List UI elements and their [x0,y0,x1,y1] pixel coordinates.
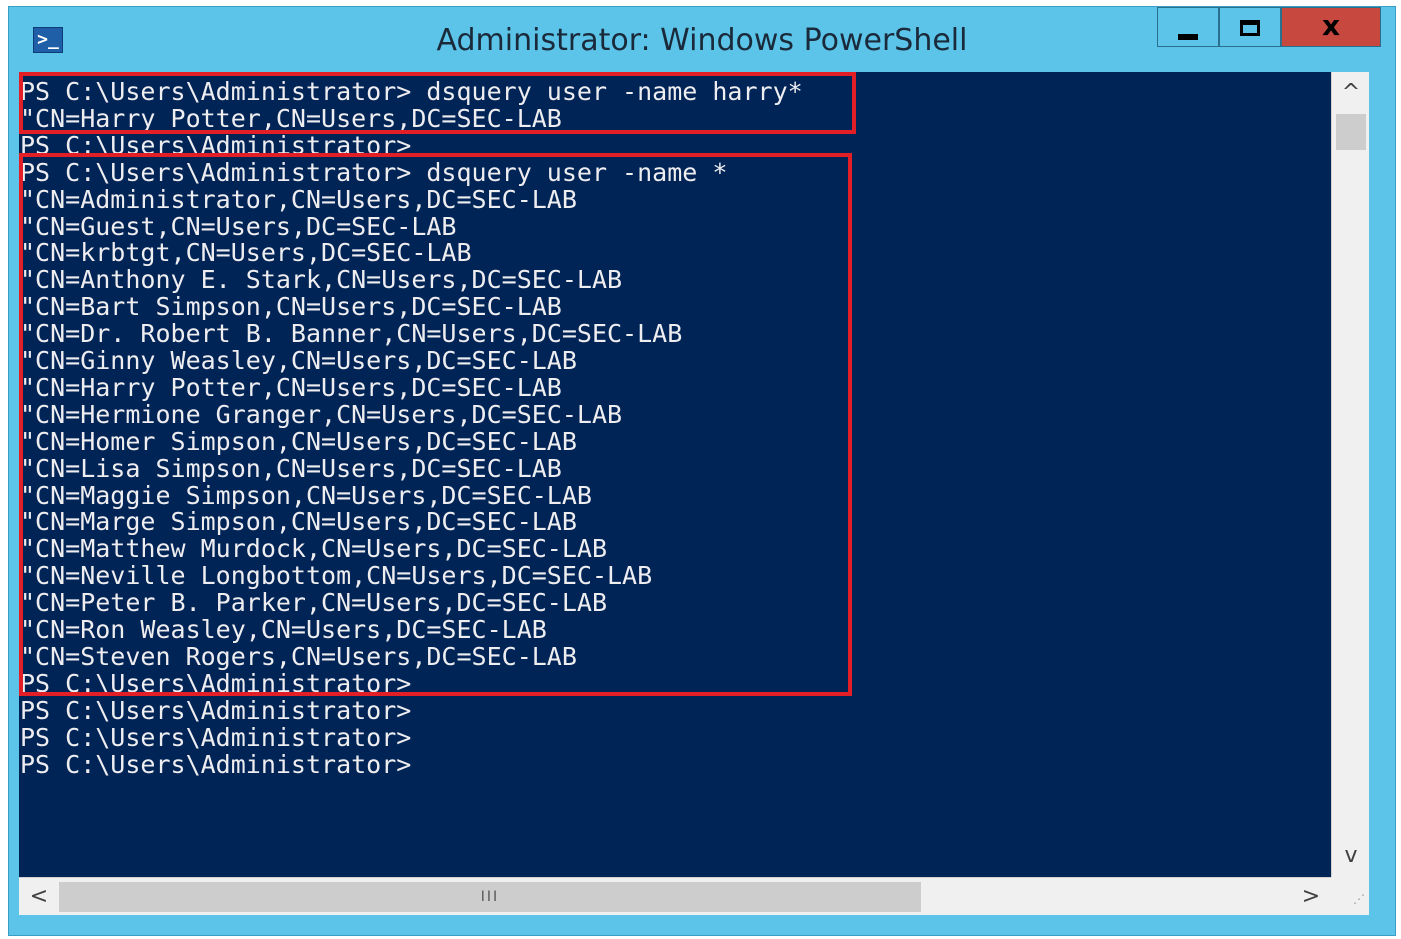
scroll-grip-icon: III [480,889,500,905]
console-line: PS C:\Users\Administrator> [20,695,412,725]
console-output[interactable]: PS C:\Users\Administrator> PS C:\Users\Ad… [19,72,1331,877]
scroll-right-button[interactable]: > [1295,878,1327,916]
chevron-down-icon: v [1344,843,1358,868]
horizontal-scrollbar[interactable]: < III > [19,877,1331,915]
vertical-scrollbar[interactable]: ^ v [1331,72,1369,877]
vertical-scroll-thumb[interactable] [1336,114,1366,150]
minimize-icon [1178,34,1198,40]
highlight-box-all-users-query [19,153,852,696]
title-bar[interactable]: >_ Administrator: Windows PowerShell x [9,7,1395,79]
chevron-right-icon: > [1301,884,1321,909]
maximize-button[interactable] [1219,7,1281,47]
resize-grip-icon[interactable]: ⋰ [1331,877,1369,915]
scroll-up-button[interactable]: ^ [1332,78,1370,108]
close-button[interactable]: x [1281,7,1381,47]
close-icon: x [1321,9,1341,42]
minimize-button[interactable] [1157,7,1219,47]
scroll-down-button[interactable]: v [1332,840,1370,872]
console-line: PS C:\Users\Administrator> [20,722,412,752]
scroll-left-button[interactable]: < [23,878,55,916]
horizontal-scroll-thumb[interactable]: III [59,882,921,912]
chevron-left-icon: < [29,884,49,909]
chevron-up-icon: ^ [1341,80,1361,105]
maximize-icon [1240,20,1260,36]
console-line: PS C:\Users\Administrator> [20,749,412,779]
highlight-box-harry-query [19,72,856,134]
